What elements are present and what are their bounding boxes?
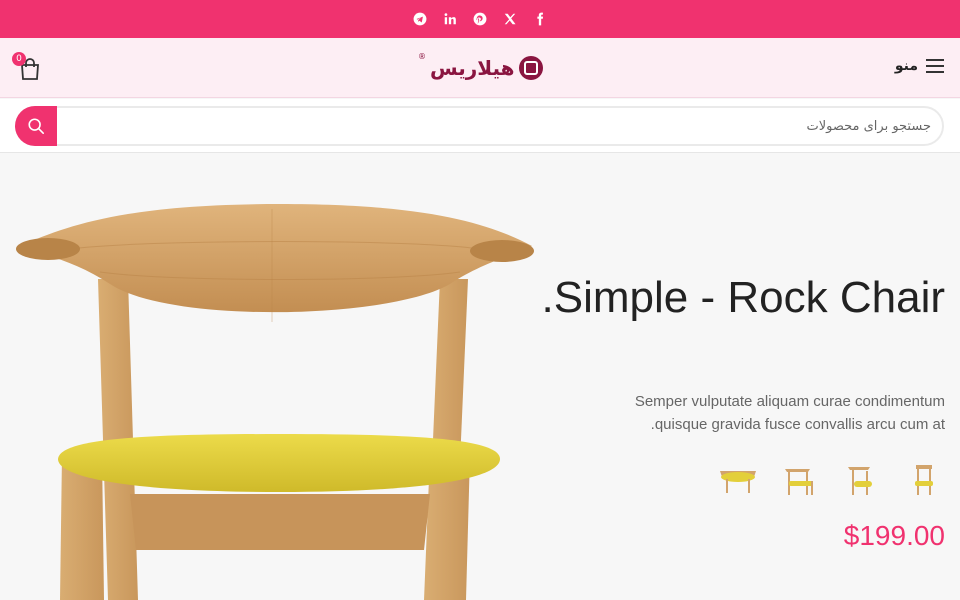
facebook-icon[interactable] (532, 11, 548, 27)
telegram-icon[interactable] (412, 11, 428, 27)
social-bar (0, 0, 960, 38)
search-icon (28, 118, 45, 135)
header: 0 هیلاریس ® منو (0, 38, 960, 98)
search-input[interactable] (61, 108, 931, 144)
chair-product-image (16, 204, 534, 600)
thumbnail-chair-2[interactable] (842, 459, 882, 499)
product-thumbnails (718, 459, 944, 499)
logo-mark-icon (518, 56, 543, 80)
x-icon[interactable] (502, 11, 518, 27)
hero-title: Simple - Rock Chair. (541, 273, 945, 322)
chair-thumbnail-icon (720, 471, 756, 493)
thumbnail-chair-4[interactable] (718, 459, 758, 499)
menu-button[interactable]: منو (895, 58, 944, 74)
logo-registered: ® (418, 52, 426, 61)
pinterest-icon[interactable] (472, 11, 488, 27)
chair-thumbnail-icon (848, 467, 872, 495)
search-bar-area (0, 99, 960, 153)
hero-section: Simple - Rock Chair. Semper vulputate al… (0, 154, 960, 600)
chair-thumbnail-icon (785, 469, 813, 495)
chair-thumbnail-icon (915, 465, 933, 495)
cart-count-badge: 0 (12, 52, 26, 66)
thumbnail-chair-3[interactable] (780, 459, 820, 499)
linkedin-icon[interactable] (442, 11, 458, 27)
hamburger-icon (926, 59, 944, 73)
cart-button[interactable]: 0 (12, 52, 40, 80)
site-logo[interactable]: هیلاریس ® (418, 52, 543, 84)
search-button[interactable] (15, 106, 57, 146)
hero-description: Semper vulputate aliquam curae condiment… (634, 393, 945, 433)
logo-text: هیلاریس (430, 56, 515, 80)
thumbnail-chair-1[interactable] (904, 459, 944, 499)
search-form (15, 106, 944, 146)
product-price: $199.00 (843, 520, 945, 551)
menu-label: منو (894, 58, 918, 74)
